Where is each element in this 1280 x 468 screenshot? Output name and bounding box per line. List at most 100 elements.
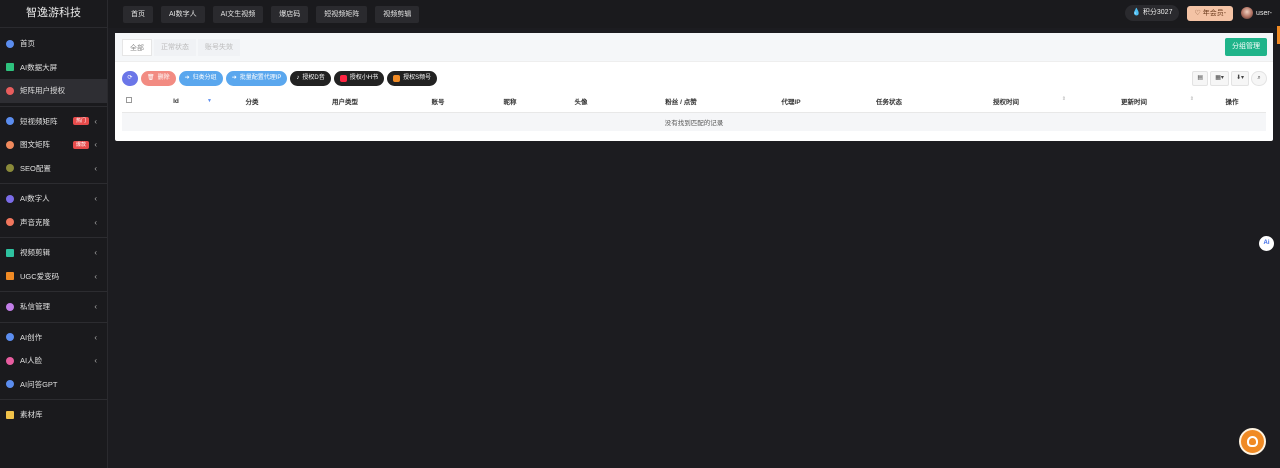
- sidebar-item-14[interactable]: 素材库: [0, 403, 107, 427]
- proxy-button[interactable]: ➜ 批量配置代理IP: [225, 71, 288, 86]
- sidebar-item-12[interactable]: AI人脸 ‹: [0, 349, 107, 373]
- sidebar-item-4[interactable]: 图文矩阵 爆款 ‹: [0, 133, 107, 157]
- col-update-time[interactable]: 更新时间 ⇕: [1070, 91, 1198, 113]
- table-tools: ▤ ▦▾ ⬇▾ ⌕: [1192, 71, 1267, 86]
- toolbar: ⟳ 🗑 删除 ➜ 归类分组 ➜ 批量配置代理IP ♪ 授权D音 授权小H书 授权S频号: [122, 71, 438, 86]
- sidebar-item-3[interactable]: 短视频矩阵 热门 ‹: [0, 110, 107, 134]
- headset-icon: [1247, 436, 1258, 447]
- nav-tab-text-to-video[interactable]: AI文生视频: [212, 5, 264, 23]
- sidebar-badge: 热门: [72, 117, 89, 126]
- sidebar-divider: [0, 291, 107, 292]
- sidebar-divider: [0, 183, 107, 184]
- chevron-left-icon: ‹: [94, 248, 97, 258]
- ugc-icon: [6, 272, 14, 281]
- group-manage-button[interactable]: 分组管理: [1225, 38, 1267, 56]
- sidebar-item-7[interactable]: 声音克隆 ‹: [0, 211, 107, 235]
- refresh-button[interactable]: ⟳: [122, 71, 138, 86]
- sidebar-item-label: AI问答GPT: [20, 379, 58, 389]
- tab-invalid[interactable]: 账号失效: [198, 39, 240, 56]
- panel-tabs: 全部 正常状态 账号失效: [122, 39, 242, 56]
- sidebar-item-8[interactable]: 视频剪辑 ‹: [0, 241, 107, 265]
- nav-tab-video-edit[interactable]: 视频剪辑: [375, 5, 420, 23]
- sort-icon: ⇕: [1061, 96, 1066, 103]
- col-id[interactable]: Id ▼: [136, 91, 216, 113]
- sidebar-item-10[interactable]: 私信管理 ‹: [0, 295, 107, 319]
- table-row: 没有找到匹配的记录: [122, 112, 1266, 131]
- select-all-checkbox[interactable]: [126, 97, 132, 104]
- search-button[interactable]: ⌕: [1251, 71, 1267, 86]
- sidebar-item-6[interactable]: AI数字人 ‹: [0, 187, 107, 211]
- sidebar-item-0[interactable]: 首页: [0, 32, 107, 56]
- col-auth-time[interactable]: 授权时间 ⇕: [942, 91, 1070, 113]
- export-button[interactable]: ⬇▾: [1230, 71, 1249, 86]
- sidebar-item-label: UGC爱变码: [20, 271, 60, 281]
- nav-tab-short-video-matrix[interactable]: 短视频矩阵: [316, 5, 368, 23]
- sidebar-item-1[interactable]: AI数据大屏: [0, 56, 107, 80]
- nav-tab-home[interactable]: 首页: [123, 5, 153, 23]
- tab-all[interactable]: 全部: [122, 39, 152, 56]
- search-icon: ⌕: [1257, 75, 1261, 81]
- sidebar-item-label: AI数字人: [20, 194, 50, 204]
- chevron-left-icon: ‹: [94, 217, 97, 227]
- chevron-left-icon: ‹: [94, 356, 97, 366]
- video-edit-icon: [6, 248, 14, 257]
- grid-icon: ▦▾: [1215, 75, 1224, 81]
- sidebar-item-label: AI人脸: [20, 356, 43, 366]
- sidebar-divider: [0, 399, 107, 400]
- digital-human-icon: [6, 194, 14, 203]
- kuaishou-icon: [393, 75, 401, 82]
- sidebar-item-5[interactable]: SEO配置 ‹: [0, 157, 107, 181]
- chevron-left-icon: ‹: [94, 163, 97, 173]
- image-text-icon: [6, 140, 14, 149]
- douyin-icon: ♪: [296, 75, 300, 81]
- sidebar-item-2[interactable]: 矩阵用户授权: [0, 79, 107, 103]
- user-export-icon: ⬇▾: [1235, 75, 1244, 81]
- sidebar-divider: [0, 237, 107, 238]
- sidebar-item-label: 短视频矩阵: [20, 116, 58, 126]
- points-badge[interactable]: 💧 积分3027: [1125, 5, 1180, 21]
- ai-create-icon: [6, 333, 14, 342]
- xhs-icon: [339, 75, 347, 82]
- voice-icon: [6, 218, 14, 227]
- sidebar-item-13[interactable]: AI问答GPT: [0, 373, 107, 397]
- vip-badge[interactable]: ♡ 年会员-: [1187, 5, 1234, 21]
- tab-normal[interactable]: 正常状态: [154, 39, 196, 56]
- seo-icon: [6, 164, 14, 173]
- sidebar-item-label: AI创作: [20, 332, 43, 342]
- group-button[interactable]: ➜ 归类分组: [178, 71, 223, 86]
- auth-douyin-button[interactable]: ♪ 授权D音: [290, 71, 331, 86]
- card-icon: ▤: [1197, 75, 1204, 81]
- columns-button[interactable]: ▦▾: [1210, 71, 1229, 86]
- sidebar-item-label: AI数据大屏: [20, 62, 58, 72]
- nav-tab-digital-human[interactable]: AI数字人: [161, 5, 205, 23]
- select-all-header[interactable]: [122, 91, 136, 113]
- main-panel: 全部 正常状态 账号失效 分组管理 ⟳ 🗑 删除 ➜ 归类分组 ➜ 批量配置代理IP …: [115, 33, 1273, 141]
- gpt-icon: [6, 380, 14, 389]
- sidebar-item-label: 矩阵用户授权: [20, 86, 65, 96]
- sidebar-item-label: 图文矩阵: [20, 140, 50, 150]
- chevron-left-icon: ‹: [94, 302, 97, 312]
- avatar: [1241, 7, 1254, 19]
- chevron-left-icon: ‹: [94, 332, 97, 342]
- auth-xhs-button[interactable]: 授权小H书: [333, 71, 385, 86]
- col-actions: 操作: [1198, 91, 1266, 113]
- nav-tab-shop-code[interactable]: 爆店码: [271, 5, 309, 23]
- sidebar-item-9[interactable]: UGC爱变码 ‹: [0, 265, 107, 289]
- sort-icon: ⇕: [1189, 96, 1194, 103]
- auth-kuaishou-button[interactable]: 授权S频号: [387, 71, 438, 86]
- customer-service-button[interactable]: [1239, 428, 1266, 455]
- sidebar-item-11[interactable]: AI创作 ‹: [0, 326, 107, 350]
- user-menu[interactable]: user-: [1241, 7, 1272, 19]
- card-view-button[interactable]: ▤: [1192, 71, 1209, 86]
- drop-icon: 💧: [1132, 9, 1141, 16]
- delete-button[interactable]: 🗑 删除: [141, 71, 176, 86]
- sidebar-divider: [0, 105, 107, 107]
- col-user-type: 用户类型: [288, 91, 402, 113]
- col-fans-likes: 粉丝 / 点赞: [616, 91, 746, 113]
- col-category: 分类: [216, 91, 288, 113]
- chevron-left-icon: ‹: [94, 140, 97, 150]
- sidebar-item-label: 私信管理: [20, 302, 50, 312]
- accounts-table: Id ▼ 分类 用户类型 账号 昵称 头像 粉丝 / 点赞 代理IP 任务状态 授…: [122, 91, 1266, 131]
- sidebar-divider: [0, 321, 107, 323]
- ai-assistant-button[interactable]: Ai: [1259, 236, 1274, 251]
